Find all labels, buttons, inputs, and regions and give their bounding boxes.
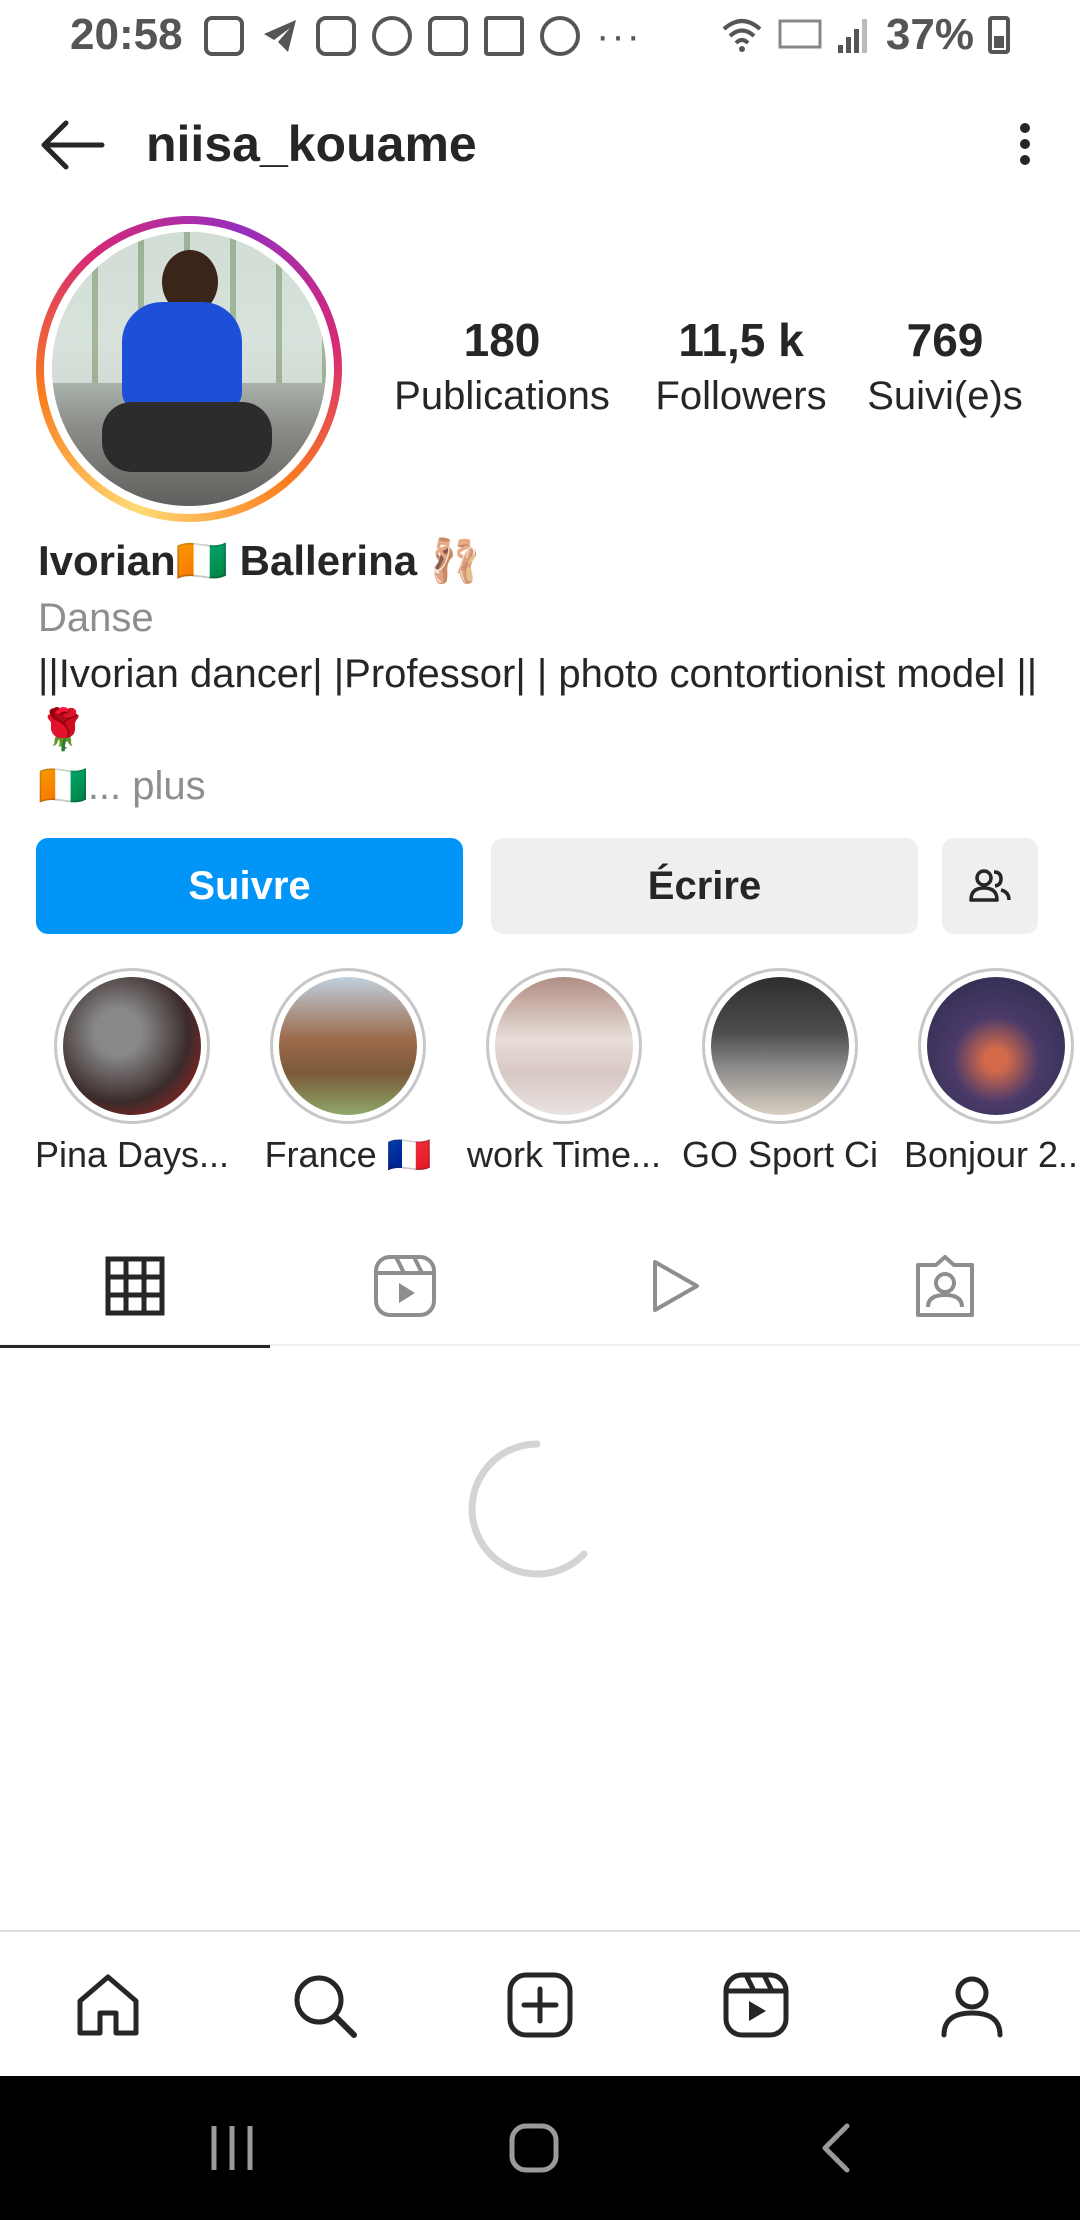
tab-videos[interactable] bbox=[540, 1226, 810, 1346]
page-title: niisa_kouame bbox=[146, 116, 477, 172]
play-icon bbox=[653, 1260, 699, 1312]
active-tab-indicator bbox=[0, 1345, 270, 1348]
followers-value: 11,5 k bbox=[678, 314, 804, 366]
nav-reels[interactable] bbox=[648, 1932, 864, 2078]
category-label: Danse bbox=[38, 596, 154, 640]
highlight-cover bbox=[279, 977, 417, 1115]
chevron-left-icon bbox=[822, 2123, 850, 2173]
add-post-icon bbox=[507, 1972, 573, 2038]
highlight-item[interactable]: France 🇫🇷 bbox=[248, 968, 448, 1176]
battery-icon bbox=[988, 16, 1010, 54]
spinner-icon bbox=[468, 1440, 588, 1578]
following-count[interactable]: 769 Suivi(e)s bbox=[860, 312, 1030, 424]
instagram-icon bbox=[316, 16, 356, 56]
message-button[interactable]: Écrire bbox=[491, 838, 918, 934]
highlight-cover bbox=[927, 977, 1065, 1115]
wifi-icon bbox=[722, 19, 762, 52]
recents-icon bbox=[211, 2126, 253, 2170]
follow-button[interactable]: Suivre bbox=[36, 838, 463, 934]
followers-label: Followers bbox=[655, 374, 827, 418]
battery-percent: 37% bbox=[885, 10, 974, 59]
highlight-item[interactable]: Bonjour 2... bbox=[896, 968, 1080, 1176]
display-name: Ivorian🇨🇮 Ballerina 🩰 bbox=[38, 537, 482, 584]
gallery-icon bbox=[484, 16, 524, 56]
bio-flag: 🇨🇮 bbox=[38, 764, 88, 808]
suggested-users-button[interactable] bbox=[942, 838, 1038, 934]
arrow-left-icon bbox=[41, 120, 105, 170]
more-notifications-icon: ··· bbox=[596, 14, 642, 58]
highlight-label: Bonjour 2... bbox=[903, 1134, 1080, 1175]
recent-apps-button[interactable] bbox=[192, 2116, 272, 2180]
search-icon bbox=[294, 1975, 357, 2038]
system-navigation-bar bbox=[0, 2076, 1080, 2220]
story-highlights: Pina Days... France 🇫🇷 work Time... GO S… bbox=[0, 968, 1080, 1178]
facebook-icon bbox=[372, 16, 412, 56]
options-button[interactable] bbox=[1010, 117, 1040, 173]
status-bar: 20:58 ··· 37% bbox=[0, 0, 1080, 75]
posts-value: 180 bbox=[463, 314, 541, 366]
highlight-cover bbox=[63, 977, 201, 1115]
nav-search[interactable] bbox=[216, 1932, 432, 2078]
highlight-label: France 🇫🇷 bbox=[264, 1134, 432, 1175]
notification-icons: ··· bbox=[204, 16, 642, 56]
bio-more-link[interactable]: ... plus bbox=[88, 764, 206, 808]
bio-text: ||Ivorian dancer| |Professor| | photo co… bbox=[38, 652, 1038, 752]
signal-icon bbox=[837, 19, 867, 53]
highlight-cover bbox=[711, 977, 849, 1115]
back-button[interactable] bbox=[36, 115, 106, 175]
system-status: 37% bbox=[720, 10, 1010, 60]
profile-icon bbox=[941, 1976, 1003, 2038]
highlight-label: GO Sport Ci bbox=[681, 1134, 879, 1175]
nav-create[interactable] bbox=[432, 1932, 648, 2078]
profile-bio: Ivorian🇨🇮 Ballerina 🩰 Danse ||Ivorian da… bbox=[38, 532, 1048, 814]
status-time: 20:58 bbox=[70, 10, 183, 59]
whatsapp-icon bbox=[540, 16, 580, 56]
following-label: Suivi(e)s bbox=[867, 374, 1023, 418]
highlight-cover bbox=[495, 977, 633, 1115]
volte-icon bbox=[778, 19, 822, 49]
highlight-label: work Time... bbox=[466, 1134, 662, 1175]
followers-count[interactable]: 11,5 k Followers bbox=[646, 312, 836, 424]
nav-home[interactable] bbox=[0, 1932, 216, 2078]
tagged-icon bbox=[916, 1255, 974, 1317]
reels-icon bbox=[374, 1255, 436, 1317]
highlight-item[interactable]: work Time... bbox=[464, 968, 664, 1176]
avatar-photo bbox=[52, 232, 326, 506]
reels-icon bbox=[723, 1972, 789, 2038]
tab-grid[interactable] bbox=[0, 1226, 270, 1348]
highlight-item[interactable]: GO Sport Ci bbox=[680, 968, 880, 1176]
more-vertical-icon bbox=[1020, 123, 1030, 133]
loading-spinner bbox=[464, 1436, 610, 1582]
nav-profile[interactable] bbox=[864, 1932, 1080, 2078]
telegram-icon bbox=[264, 20, 296, 52]
home-button[interactable] bbox=[494, 2116, 574, 2180]
system-back-button[interactable] bbox=[796, 2116, 876, 2180]
posts-label: Publications bbox=[394, 374, 610, 418]
profile-tabs bbox=[0, 1226, 1080, 1348]
home-icon bbox=[77, 1974, 139, 2036]
add-people-icon bbox=[969, 869, 1011, 902]
posts-count[interactable]: 180 Publications bbox=[382, 312, 622, 424]
tab-tagged[interactable] bbox=[810, 1226, 1080, 1346]
following-value: 769 bbox=[906, 314, 984, 366]
profile-header: niisa_kouame bbox=[0, 95, 1080, 195]
grid-icon bbox=[105, 1256, 165, 1316]
pocket-icon bbox=[428, 16, 468, 56]
bottom-navigation bbox=[0, 1930, 1080, 2076]
profile-avatar[interactable] bbox=[36, 216, 342, 522]
bio-more-line: 🇨🇮... plus bbox=[38, 758, 1048, 814]
highlight-label: Pina Days... bbox=[34, 1134, 230, 1175]
tab-reels[interactable] bbox=[270, 1226, 540, 1346]
highlight-item[interactable]: Pina Days... bbox=[32, 968, 232, 1176]
home-square-icon bbox=[509, 2123, 559, 2173]
pocket-icon bbox=[204, 16, 244, 56]
